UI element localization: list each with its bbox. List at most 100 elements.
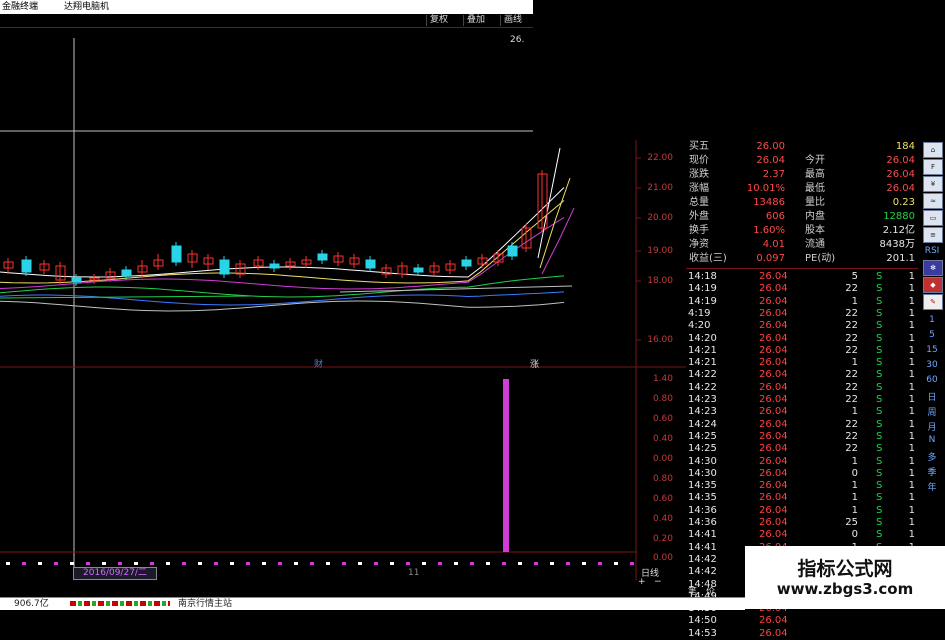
tick-price: 26.04 xyxy=(759,455,788,467)
time-dot xyxy=(166,562,170,565)
tick-price: 26.04 xyxy=(759,467,788,479)
market-server[interactable]: 南京行情主站 xyxy=(178,598,232,610)
tick-row: 14:36 26.04 25 S 1 xyxy=(686,517,918,529)
tick-price: 26.04 xyxy=(759,332,788,344)
tab-jia[interactable]: 价 xyxy=(706,584,715,597)
period-n[interactable]: N xyxy=(921,435,943,445)
quote-value-2: 0.23 xyxy=(892,197,915,208)
period-multi[interactable]: 多 xyxy=(921,450,943,463)
tick-time: 14:22 xyxy=(688,369,717,381)
tick-row: 14:18 26.04 5 S 1 xyxy=(686,271,918,283)
tick-count: 1 xyxy=(908,467,915,479)
quote-label-2: 最高 xyxy=(805,169,825,180)
vol-tick-5: 0.00 xyxy=(652,454,673,464)
kline-chart[interactable] xyxy=(0,28,686,580)
tick-price: 26.04 xyxy=(759,430,788,442)
tick-time: 14:53 xyxy=(688,627,717,639)
chart-icon[interactable]: ≈ xyxy=(923,193,943,209)
quote-value: 606 xyxy=(765,211,785,222)
quote-label-2: 量比 xyxy=(805,197,825,208)
tick-volume: 1 xyxy=(851,357,858,369)
tick-volume: 22 xyxy=(845,344,858,356)
draw-line-button[interactable]: 画线 xyxy=(500,15,525,26)
tick-row: 14:30 26.04 1 S 1 xyxy=(686,456,918,468)
quote-value: 2.37 xyxy=(762,169,785,180)
tick-count: 1 xyxy=(908,344,915,356)
tick-price: 26.04 xyxy=(759,627,788,639)
period-5[interactable]: 5 xyxy=(921,330,943,340)
tick-side: S xyxy=(876,529,883,541)
rsi-button[interactable]: RSI xyxy=(921,246,943,256)
quote-row: 总量 13486 量比 0.23 xyxy=(686,196,918,210)
tick-side: S xyxy=(876,443,883,455)
candle-body xyxy=(413,267,424,273)
home-icon[interactable]: ⌂ xyxy=(923,142,943,158)
cursor-date: 2016/09/27/二 xyxy=(73,567,157,580)
tick-time: 14:22 xyxy=(688,381,717,393)
tick-row: 14:25 26.04 22 S 1 xyxy=(686,431,918,443)
tick-row: 14:30 26.04 0 S 1 xyxy=(686,468,918,480)
price-tick-19: 19.00 xyxy=(647,246,673,256)
tick-time: 14:19 xyxy=(688,295,717,307)
tick-volume: 22 xyxy=(845,394,858,405)
tick-count: 1 xyxy=(908,418,915,430)
quote-label: 涨幅 xyxy=(689,183,709,194)
time-dot xyxy=(422,562,426,565)
tick-row: 14:21 26.04 1 S 1 xyxy=(686,357,918,369)
period-15[interactable]: 15 xyxy=(921,345,943,355)
zoom-out-button[interactable]: − xyxy=(654,577,662,587)
tick-time: 14:23 xyxy=(688,394,717,405)
gear-icon[interactable]: ✻ xyxy=(923,260,943,276)
period-year[interactable]: 年 xyxy=(921,480,943,493)
tick-price: 26.04 xyxy=(759,480,788,492)
period-week[interactable]: 周 xyxy=(921,405,943,418)
quote-label: 买五 xyxy=(689,141,709,152)
period-day[interactable]: 日 xyxy=(921,390,943,403)
time-dot xyxy=(406,562,410,565)
tick-side: S xyxy=(876,517,883,528)
tick-count: 1 xyxy=(908,480,915,492)
quote-row: 涨幅 10.01% 最低 26.04 xyxy=(686,182,918,196)
time-dot xyxy=(518,562,522,565)
pencil-icon[interactable]: ✎ xyxy=(923,294,943,310)
tick-price: 26.04 xyxy=(759,418,788,430)
market-breadth-bar xyxy=(70,601,170,606)
tick-price: 26.04 xyxy=(759,369,788,381)
tick-count: 1 xyxy=(908,455,915,467)
period-month[interactable]: 月 xyxy=(921,420,943,433)
f10-icon[interactable]: F xyxy=(923,159,943,175)
tick-price: 26.04 xyxy=(759,271,788,282)
tab-bi[interactable]: 笔 xyxy=(688,584,697,597)
period-quarter[interactable]: 季 xyxy=(921,465,943,478)
quote-value-2: 26.04 xyxy=(886,183,915,194)
period-60[interactable]: 60 xyxy=(921,375,943,385)
pc-label: 达翔电脑机 xyxy=(64,2,110,12)
tick-volume: 1 xyxy=(851,455,858,467)
overlay-button[interactable]: 叠加 xyxy=(463,15,488,26)
diamond-icon[interactable]: ◆ xyxy=(923,277,943,293)
zoom-in-button[interactable]: + xyxy=(638,577,646,587)
window-icon[interactable]: ▭ xyxy=(923,210,943,226)
tick-side: S xyxy=(876,418,883,430)
quote-row: 外盘 606 内盘 12880 xyxy=(686,210,918,224)
tick-price: 26.04 xyxy=(759,504,788,516)
tick-side: S xyxy=(876,332,883,344)
list-icon[interactable]: ≡ xyxy=(923,227,943,243)
tick-volume: 1 xyxy=(851,406,858,418)
period-1[interactable]: 1 xyxy=(921,315,943,325)
time-dot xyxy=(22,562,26,565)
tick-count: 1 xyxy=(908,517,915,528)
time-dot xyxy=(246,562,250,565)
quote-label: 涨跌 xyxy=(689,169,709,180)
funds-icon[interactable]: ¥ xyxy=(923,176,943,192)
tick-side: S xyxy=(876,406,883,418)
ma-line xyxy=(0,300,565,312)
quote-label: 净资 xyxy=(689,239,709,250)
fuquan-button[interactable]: 复权 xyxy=(426,15,451,26)
tick-volume: 22 xyxy=(845,430,858,442)
quote-separator xyxy=(686,268,918,269)
time-dot xyxy=(614,562,618,565)
quote-value: 13486 xyxy=(753,197,785,208)
period-30[interactable]: 30 xyxy=(921,360,943,370)
tick-time: 14:42 xyxy=(688,566,717,578)
